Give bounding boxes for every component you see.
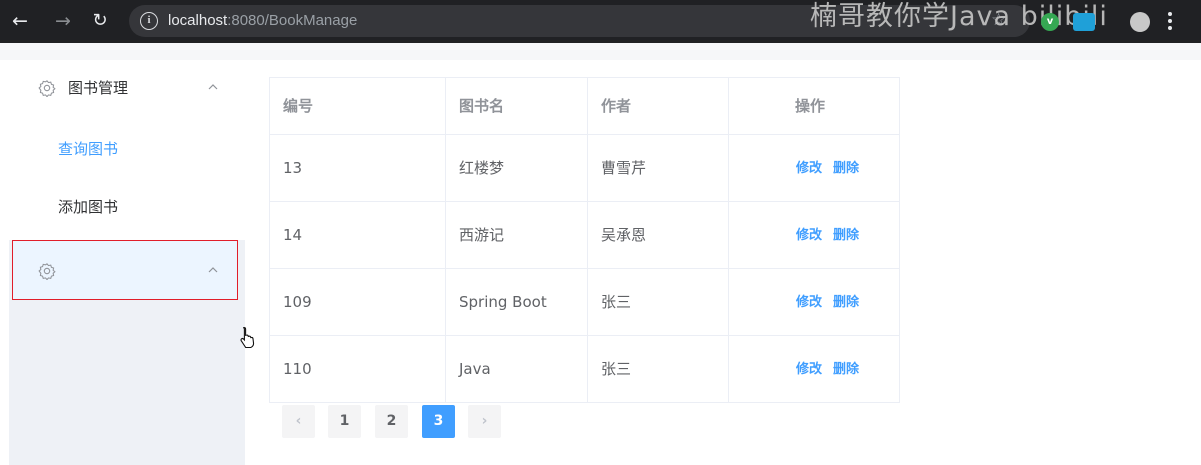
menu-item-label: 添加图书 [58,198,119,216]
column-header-name: 图书名 [446,78,588,134]
menu-item-add-book[interactable]: 添加图书 [9,180,245,236]
table-row: 13 红楼梦 曹雪芹 修改 删除 [270,135,899,202]
edit-button[interactable]: 修改 [796,293,822,313]
gear-icon [38,80,56,97]
edit-button[interactable]: 修改 [796,159,822,179]
reload-icon[interactable]: ↻ [87,8,113,34]
book-author: 曹雪芹 [601,159,647,177]
book-id: 110 [283,360,312,378]
gear-icon [38,263,56,280]
chevron-up-icon [208,267,218,273]
browser-menu-icon[interactable] [1168,12,1174,33]
column-header-id: 编号 [270,78,446,134]
book-id: 13 [283,159,303,177]
profile-avatar-icon[interactable] [1130,12,1150,32]
column-header-label: 编号 [283,97,314,115]
delete-button[interactable]: 删除 [833,360,859,380]
page: 图书管理 查询图书 添加图书 编号 图书名 作者 操作 13 红楼梦 曹雪芹 修… [0,43,1201,465]
url-text[interactable]: localhost:8080/BookManage [168,11,357,31]
page-3-button[interactable]: 3 [422,405,455,438]
column-header-label: 图书名 [459,97,505,115]
delete-button[interactable]: 删除 [833,159,859,179]
book-author: 张三 [601,360,632,378]
table-row: 14 西游记 吴承恩 修改 删除 [270,202,899,269]
book-id: 109 [283,293,312,311]
table-row: 109 Spring Boot 张三 修改 删除 [270,269,899,336]
url-path: :8080/BookManage [227,12,358,29]
table-row: 110 Java 张三 修改 删除 [270,336,899,403]
column-header-label: 操作 [795,97,826,115]
column-header-author: 作者 [588,78,729,134]
book-name: 西游记 [459,226,505,244]
sidebar: 图书管理 查询图书 添加图书 [9,60,245,465]
column-header-label: 作者 [601,97,632,115]
submenu-title-second[interactable] [12,240,238,300]
chevron-up-icon [208,84,218,90]
column-header-actions: 操作 [729,78,900,134]
page-1-button[interactable]: 1 [328,405,361,438]
hand-pointer-cursor-icon [240,326,255,348]
book-author: 张三 [601,293,632,311]
menu-item-label: 查询图书 [58,140,119,158]
delete-button[interactable]: 删除 [833,226,859,246]
browser-toolbar: ← → ↻ i localhost:8080/BookManage ☆ 楠哥教你… [0,0,1201,43]
edit-button[interactable]: 修改 [796,226,822,246]
submenu-book-management: 图书管理 查询图书 添加图书 [9,60,245,240]
forward-arrow-icon[interactable]: → [50,8,76,34]
back-arrow-icon[interactable]: ← [7,8,33,34]
book-name: Spring Boot [459,293,547,311]
book-name: 红楼梦 [459,159,505,177]
book-name: Java [459,360,491,378]
menu-item-query-books[interactable]: 查询图书 [9,122,245,178]
main-content: 编号 图书名 作者 操作 13 红楼梦 曹雪芹 修改 删除 14 西游记 吴承恩 … [245,60,1201,465]
page-2-button[interactable]: 2 [375,405,408,438]
url-host: localhost [168,12,228,29]
extension-vue-icon[interactable]: v [1041,13,1059,31]
menu-title-label: 图书管理 [68,79,129,97]
edit-button[interactable]: 修改 [796,360,822,380]
table-header-row: 编号 图书名 作者 操作 [270,78,899,135]
book-table: 编号 图书名 作者 操作 13 红楼梦 曹雪芹 修改 删除 14 西游记 吴承恩 … [269,77,900,403]
delete-button[interactable]: 删除 [833,293,859,313]
site-info-icon[interactable]: i [140,12,158,30]
extension-tv-icon[interactable] [1073,13,1095,31]
book-author: 吴承恩 [601,226,647,244]
page-header-strip [0,43,1201,60]
book-id: 14 [283,226,303,244]
video-watermark: 楠哥教你学Java bilibili [810,1,1108,32]
next-page-button[interactable]: › [468,405,501,438]
submenu-title-book-management[interactable]: 图书管理 [9,60,245,116]
prev-page-button[interactable]: ‹ [282,405,315,438]
